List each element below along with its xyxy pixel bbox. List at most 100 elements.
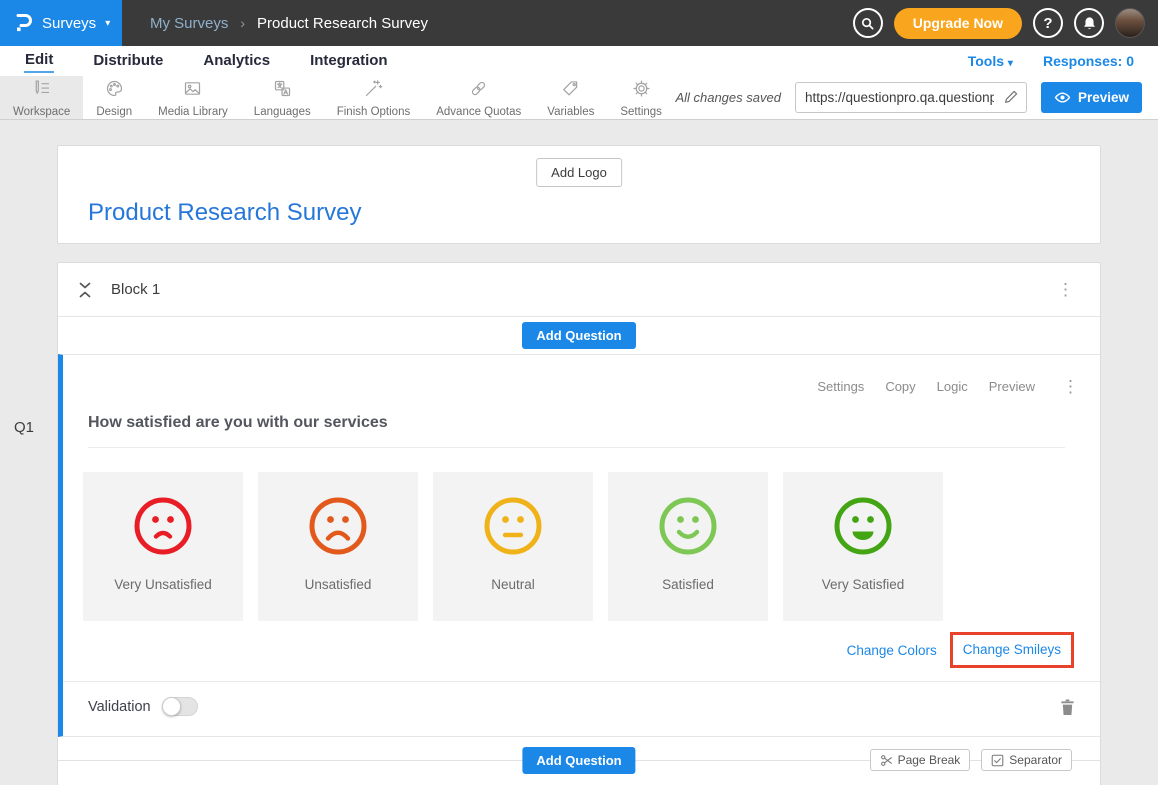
question-menu-icon[interactable]: ⋮ bbox=[1056, 376, 1085, 397]
question-toolbar: Settings Copy Logic Preview ⋮ bbox=[63, 355, 1100, 397]
preview-button[interactable]: Preview bbox=[1041, 82, 1142, 113]
add-question-row-bottom: Add Question Page Break Separator bbox=[58, 737, 1100, 785]
toggle-knob bbox=[162, 697, 181, 716]
smiley-label: Very Unsatisfied bbox=[114, 577, 212, 592]
pencil-icon[interactable] bbox=[1003, 89, 1019, 110]
survey-nav: Edit Distribute Analytics Integration To… bbox=[0, 46, 1158, 76]
top-bar: Surveys ▾ My Surveys › Product Research … bbox=[0, 0, 1158, 46]
change-colors-link[interactable]: Change Colors bbox=[847, 643, 937, 658]
breadcrumb-parent-link[interactable]: My Surveys bbox=[150, 15, 228, 32]
survey-title[interactable]: Product Research Survey bbox=[88, 199, 361, 227]
survey-header-card: Add Logo Product Research Survey bbox=[57, 145, 1101, 244]
editor-canvas: Add Logo Product Research Survey Block 1… bbox=[0, 120, 1158, 785]
app-switcher[interactable]: Surveys ▾ bbox=[0, 0, 122, 46]
palette-icon bbox=[104, 78, 125, 104]
wand-icon bbox=[363, 78, 384, 104]
image-icon bbox=[182, 78, 203, 104]
annotation-highlight-box: Change Smileys bbox=[950, 632, 1074, 668]
smiley-mouth bbox=[679, 532, 697, 537]
toolbar-item-finish-options[interactable]: Finish Options bbox=[324, 76, 424, 119]
add-question-button-top[interactable]: Add Question bbox=[522, 322, 635, 349]
product-name: Surveys bbox=[42, 15, 96, 32]
breadcrumb-current: Product Research Survey bbox=[257, 15, 428, 32]
breadcrumb: My Surveys › Product Research Survey bbox=[122, 0, 853, 46]
question-logic-link[interactable]: Logic bbox=[937, 379, 968, 394]
editor-toolbar: Workspace Design Media Library Languages… bbox=[0, 76, 1158, 120]
question-text-underline bbox=[88, 447, 1065, 448]
change-smileys-link[interactable]: Change Smileys bbox=[963, 642, 1061, 657]
save-status: All changes saved bbox=[675, 90, 781, 105]
block-card: Block 1 ⋮ Add Question Settings Copy Log… bbox=[57, 262, 1101, 785]
toolbar-item-media-library[interactable]: Media Library bbox=[145, 76, 241, 119]
gear-icon bbox=[631, 78, 652, 104]
workspace-icon bbox=[31, 78, 52, 104]
questionpro-logo-icon bbox=[13, 11, 33, 35]
tab-integration[interactable]: Integration bbox=[309, 50, 389, 72]
collapse-block-icon[interactable] bbox=[78, 281, 92, 299]
separator-button[interactable]: Separator bbox=[981, 749, 1072, 771]
survey-url-input[interactable] bbox=[795, 82, 1027, 113]
topbar-actions: Upgrade Now ? bbox=[853, 0, 1158, 46]
smiley-mouth bbox=[328, 533, 348, 539]
validation-label: Validation bbox=[88, 699, 151, 715]
question-text[interactable]: How satisfied are you with our services bbox=[88, 414, 1065, 432]
smiley-option[interactable]: Very Unsatisfied bbox=[83, 472, 243, 621]
smiley-label: Unsatisfied bbox=[305, 577, 372, 592]
search-button[interactable] bbox=[853, 8, 883, 38]
tab-distribute[interactable]: Distribute bbox=[92, 50, 164, 72]
smiley-actions: Change Colors Change Smileys bbox=[63, 632, 1074, 668]
toolbar-item-settings[interactable]: Settings bbox=[607, 76, 675, 119]
smiley-options: Very Unsatisfied Unsatisfied Neutral Sat… bbox=[83, 472, 1100, 621]
question-preview-link[interactable]: Preview bbox=[989, 379, 1035, 394]
responses-count[interactable]: Responses: 0 bbox=[1043, 53, 1134, 69]
block-name[interactable]: Block 1 bbox=[111, 281, 160, 298]
add-question-row-top: Add Question bbox=[58, 316, 1100, 354]
tag-icon bbox=[560, 78, 581, 104]
block-menu-icon[interactable]: ⋮ bbox=[1051, 279, 1080, 300]
tab-analytics[interactable]: Analytics bbox=[202, 50, 271, 72]
toolbar-item-advance-quotas[interactable]: Advance Quotas bbox=[423, 76, 534, 119]
smiley-option[interactable]: Satisfied bbox=[608, 472, 768, 621]
add-logo-button[interactable]: Add Logo bbox=[536, 158, 622, 187]
chevron-down-icon: ▾ bbox=[105, 18, 110, 29]
smiley-label: Very Satisfied bbox=[822, 577, 905, 592]
validation-row: Validation bbox=[63, 681, 1100, 720]
smiley-option[interactable]: Very Satisfied bbox=[783, 472, 943, 621]
question-id-label: Q1 bbox=[14, 419, 34, 436]
question-card: Settings Copy Logic Preview ⋮ How satisf… bbox=[58, 354, 1100, 737]
smiley-option[interactable]: Unsatisfied bbox=[258, 472, 418, 621]
add-question-button-bottom[interactable]: Add Question bbox=[522, 747, 635, 774]
help-button[interactable]: ? bbox=[1033, 8, 1063, 38]
breadcrumb-separator: › bbox=[240, 15, 245, 31]
toolbar-item-variables[interactable]: Variables bbox=[534, 76, 607, 119]
page-break-button[interactable]: Page Break bbox=[870, 749, 971, 771]
scissors-icon bbox=[880, 754, 893, 767]
question-copy-link[interactable]: Copy bbox=[885, 379, 915, 394]
bell-icon bbox=[1082, 16, 1097, 31]
tab-edit[interactable]: Edit bbox=[24, 49, 54, 73]
trash-icon bbox=[1060, 698, 1075, 716]
checkbox-check-icon bbox=[991, 754, 1004, 767]
translate-icon bbox=[272, 78, 293, 104]
search-icon bbox=[860, 16, 875, 31]
toolbar-item-workspace[interactable]: Workspace bbox=[0, 76, 83, 119]
eye-icon bbox=[1054, 91, 1071, 104]
chain-icon bbox=[468, 78, 489, 104]
chevron-down-icon: ▾ bbox=[1008, 58, 1013, 69]
smiley-label: Neutral bbox=[491, 577, 535, 592]
smiley-label: Satisfied bbox=[662, 577, 714, 592]
smiley-option[interactable]: Neutral bbox=[433, 472, 593, 621]
smiley-mouth bbox=[853, 532, 874, 541]
upgrade-now-button[interactable]: Upgrade Now bbox=[894, 8, 1022, 39]
question-mark-icon: ? bbox=[1043, 15, 1052, 32]
tools-menu[interactable]: Tools ▾ bbox=[968, 53, 1013, 69]
avatar[interactable] bbox=[1115, 8, 1145, 38]
delete-question-button[interactable] bbox=[1060, 698, 1075, 716]
block-header: Block 1 ⋮ bbox=[58, 263, 1100, 316]
toolbar-item-design[interactable]: Design bbox=[83, 76, 145, 119]
smiley-mouth bbox=[156, 533, 170, 537]
toolbar-item-languages[interactable]: Languages bbox=[241, 76, 324, 119]
question-settings-link[interactable]: Settings bbox=[817, 379, 864, 394]
notifications-button[interactable] bbox=[1074, 8, 1104, 38]
validation-toggle[interactable] bbox=[162, 697, 198, 716]
